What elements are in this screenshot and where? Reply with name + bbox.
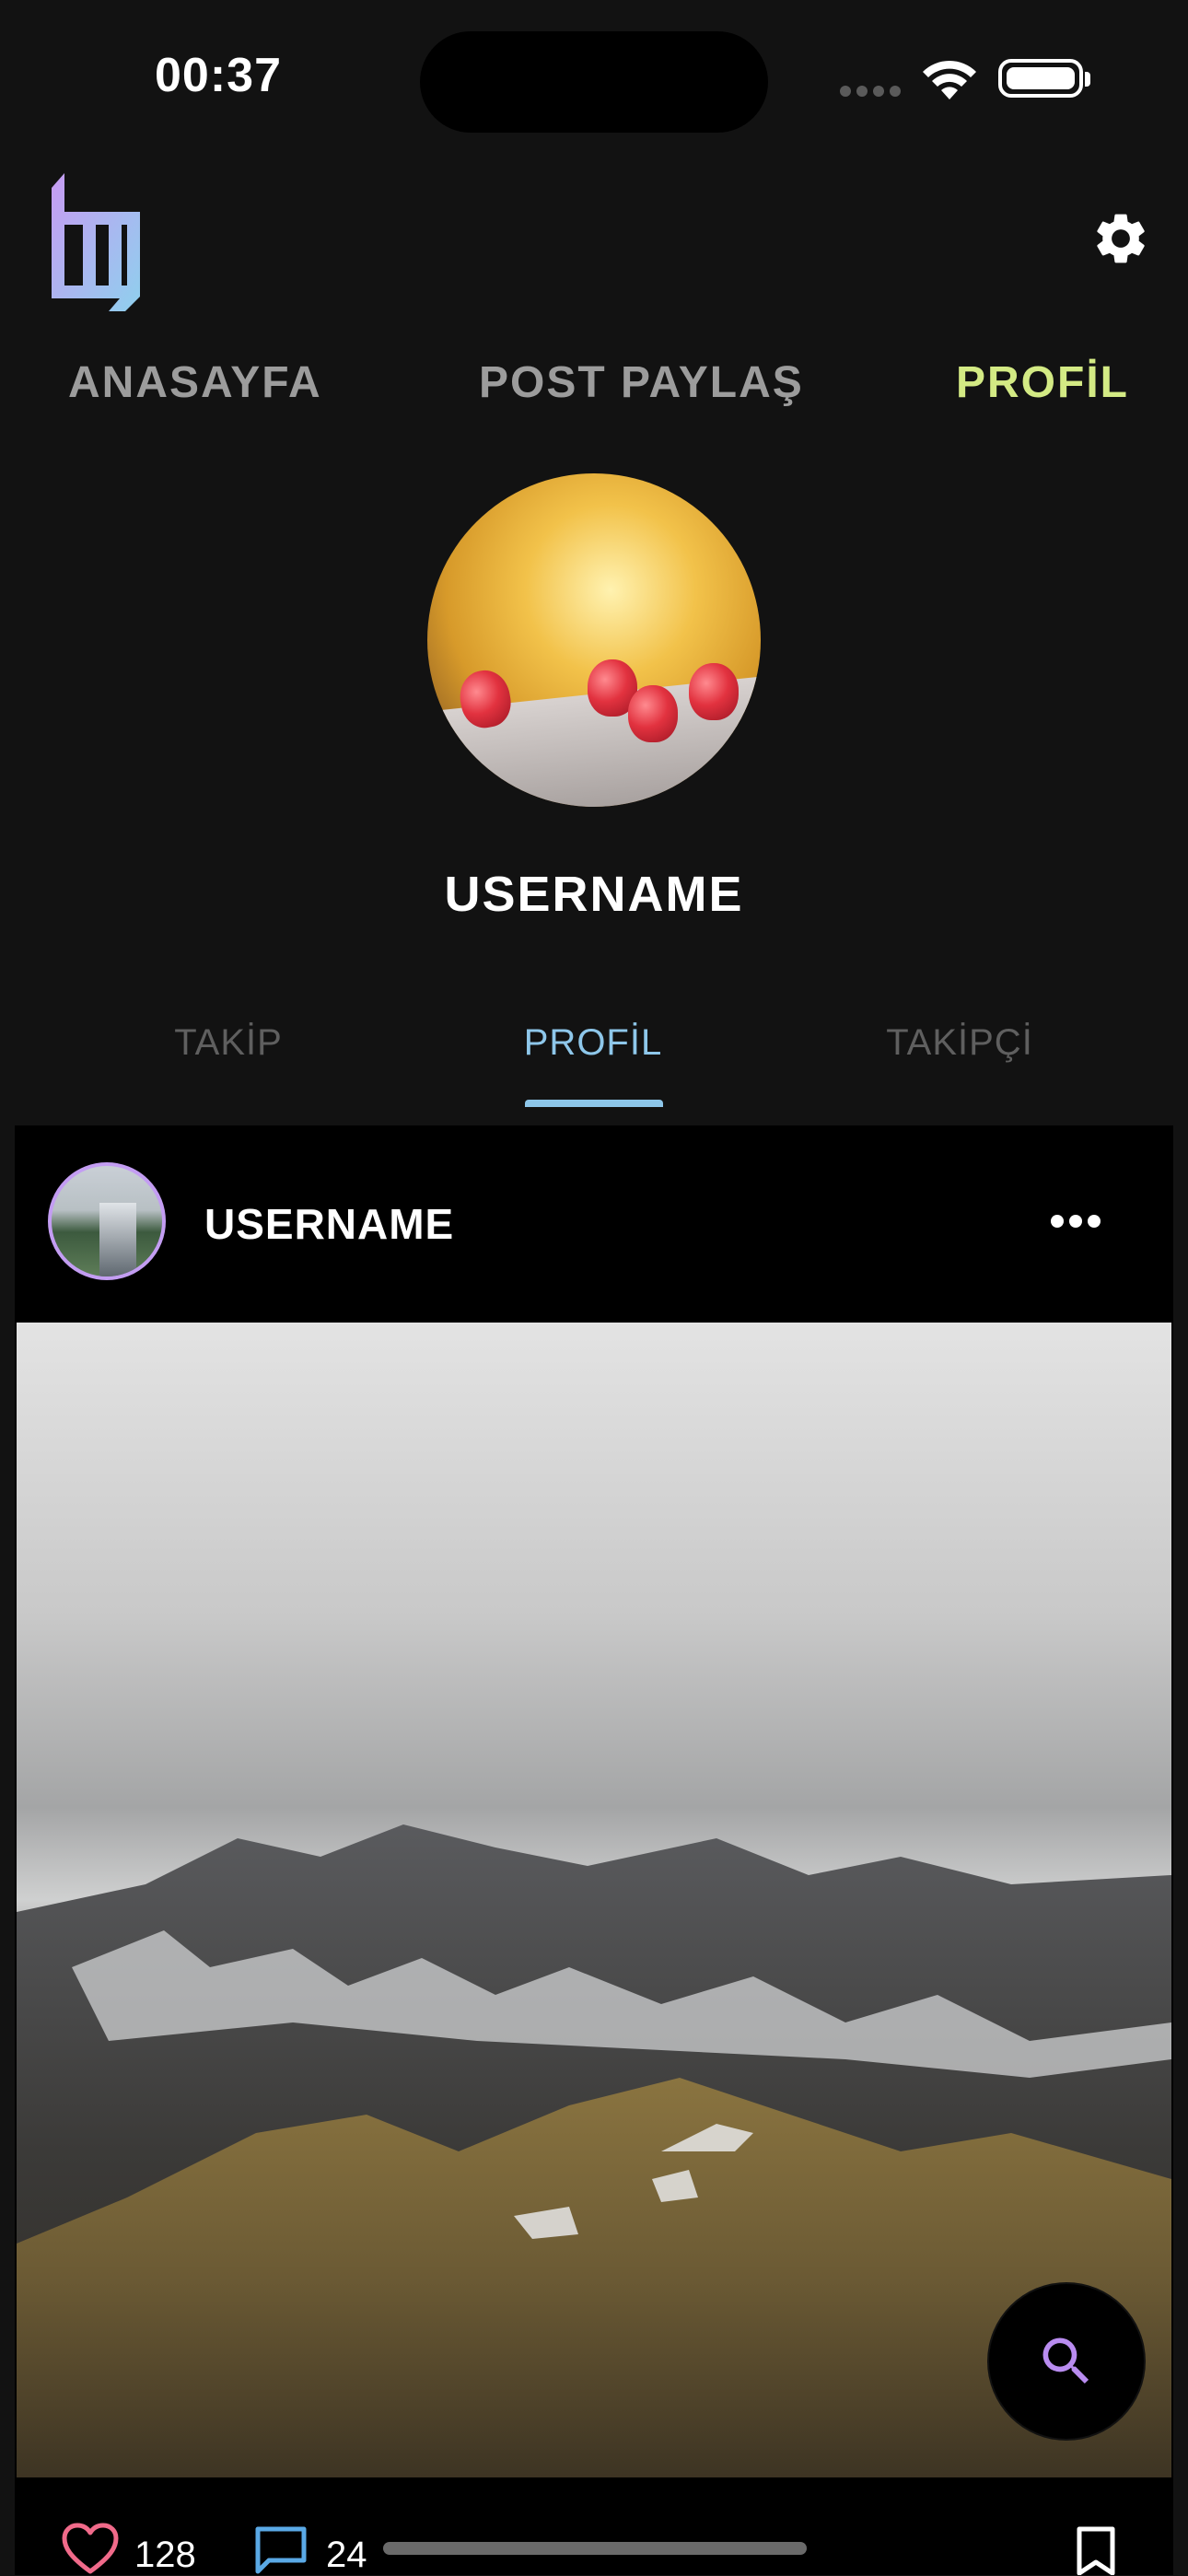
battery-icon — [998, 59, 1090, 98]
gear-icon[interactable] — [1090, 208, 1151, 269]
wifi-icon — [923, 60, 976, 99]
like-count: 128 — [134, 2535, 196, 2575]
dynamic-island — [420, 31, 768, 133]
heart-icon[interactable] — [61, 2522, 120, 2575]
home-indicator — [383, 2542, 807, 2555]
app-logo[interactable] — [41, 169, 151, 313]
post-image[interactable] — [17, 1323, 1171, 2477]
more-horizontal-icon[interactable] — [1050, 1214, 1101, 1229]
nav-tab-profile[interactable]: PROFİL — [956, 357, 1129, 408]
search-icon — [1042, 2337, 1089, 2384]
status-time: 00:37 — [155, 49, 282, 102]
cellular-signal-icon — [840, 85, 906, 101]
profile-username: USERNAME — [444, 867, 744, 922]
post-author-avatar[interactable] — [48, 1162, 166, 1280]
nav-tab-home[interactable]: ANASAYFA — [68, 357, 322, 408]
tab-following[interactable]: TAKİP — [90, 1022, 367, 1064]
bookmark-icon[interactable] — [1076, 2525, 1116, 2575]
search-button[interactable] — [989, 2284, 1144, 2439]
active-tab-indicator — [525, 1100, 663, 1107]
post-author-username[interactable]: USERNAME — [204, 1199, 454, 1249]
tab-followers[interactable]: TAKİPÇİ — [821, 1022, 1098, 1064]
profile-avatar[interactable] — [427, 473, 761, 807]
comment-count: 24 — [326, 2535, 367, 2575]
comment-icon[interactable] — [252, 2524, 309, 2575]
nav-tab-share-post[interactable]: POST PAYLAŞ — [479, 357, 804, 408]
tab-profile[interactable]: PROFİL — [455, 1022, 731, 1064]
